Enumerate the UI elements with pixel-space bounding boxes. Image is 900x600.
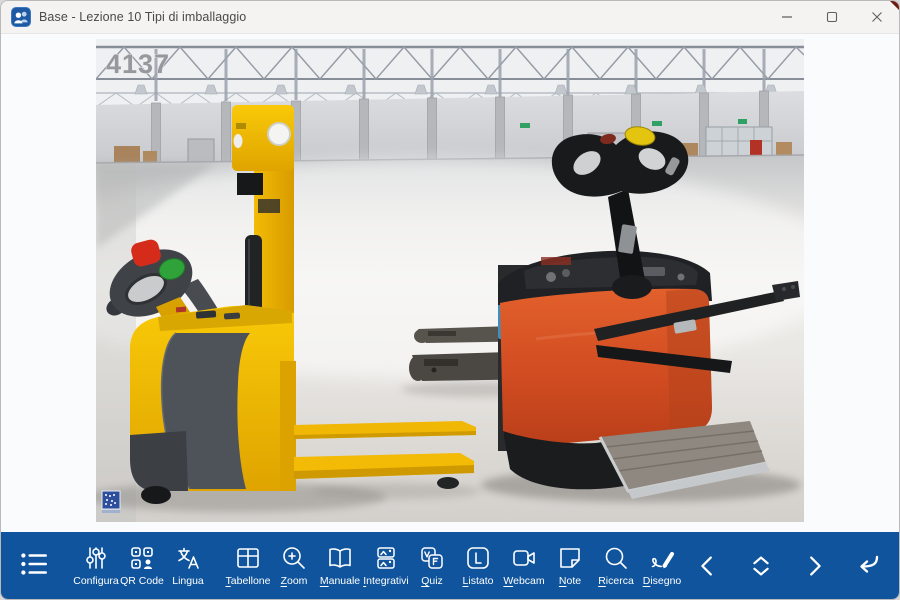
minimize-button[interactable]: [764, 2, 809, 33]
window-controls: [764, 2, 899, 33]
toolbar-button-disegno[interactable]: Disegno: [639, 532, 685, 599]
toolbar-button-webcam[interactable]: Webcam: [501, 532, 547, 599]
toolbar-button-label: Tabellone: [226, 576, 271, 587]
toolbar-button-label: Ricerca: [598, 576, 634, 587]
note-icon: [556, 544, 584, 572]
users-icon: [11, 7, 31, 27]
toolbar-button-label: Listato: [463, 576, 494, 587]
search-icon: [602, 544, 630, 572]
photo-number: 4137: [106, 49, 170, 79]
nav-return-button[interactable]: [847, 540, 887, 592]
toolbar-button-ricerca[interactable]: Ricerca: [593, 532, 639, 599]
toolbar-button-label: Configura: [73, 576, 119, 587]
toolbar-button-configura[interactable]: Configura: [73, 532, 119, 599]
toolbar-button-label: Lingua: [172, 576, 204, 587]
app-icon: [11, 7, 31, 27]
toolbar-button-lingua[interactable]: Lingua: [165, 532, 211, 599]
translate-icon: [174, 544, 202, 572]
sliders-icon: [82, 544, 110, 572]
toolbar-button-integrativi[interactable]: Integrativi: [363, 532, 409, 599]
qr-code-icon: [128, 544, 156, 572]
toolbar-button-label: QR Code: [120, 576, 164, 587]
toolbar-button-manuale[interactable]: Manuale: [317, 532, 363, 599]
toolbar-button-label: Manuale: [320, 576, 360, 587]
minimize-icon: [781, 11, 793, 23]
chevron-up-down-icon: [746, 551, 776, 581]
images-icon: [372, 544, 400, 572]
toolbar-button-quiz[interactable]: Quiz: [409, 532, 455, 599]
toolbar-button-tabellone[interactable]: Tabellone: [225, 532, 271, 599]
maximize-button[interactable]: [809, 2, 854, 33]
letter-l-icon: [464, 544, 492, 572]
book-icon: [326, 544, 354, 572]
list-menu-icon: [17, 547, 51, 581]
maximize-icon: [826, 11, 838, 23]
toolbar-button-label: Quiz: [421, 576, 443, 587]
webcam-icon: [510, 544, 538, 572]
chevron-left-icon: [693, 551, 723, 581]
toolbar-button-label: Disegno: [643, 576, 682, 587]
toolbar-button-label: Integrativi: [363, 576, 409, 587]
toolbar-button-note[interactable]: Note: [547, 532, 593, 599]
app-window: Base - Lezione 10 Tipi di imballaggio: [0, 0, 900, 600]
toolbar-button-label: Note: [559, 576, 581, 587]
return-arrow-icon: [851, 550, 883, 582]
toolbar-button-label: Zoom: [281, 576, 308, 587]
toolbar-button-menu[interactable]: [11, 532, 57, 599]
grid-icon: [234, 544, 262, 572]
pen-icon: [648, 544, 676, 572]
chevron-right-icon: [799, 551, 829, 581]
close-icon: [871, 11, 883, 23]
content-area: 4137: [1, 34, 899, 534]
screen-corner-artifact: [890, 1, 899, 10]
true-false-icon: [418, 544, 446, 572]
zoom-in-icon: [280, 544, 308, 572]
toolbar: Configura QR Code Lingua T: [1, 532, 899, 599]
toolbar-navigation: [688, 540, 887, 592]
toolbar-button-qr-code[interactable]: QR Code: [119, 532, 165, 599]
toolbar-button-listato[interactable]: Listato: [455, 532, 501, 599]
title-bar: Base - Lezione 10 Tipi di imballaggio: [1, 1, 899, 34]
lesson-photo: 4137: [96, 39, 804, 522]
nav-next-button[interactable]: [794, 540, 834, 592]
toolbar-button-label: Webcam: [503, 576, 544, 587]
nav-up-down-button[interactable]: [741, 540, 781, 592]
window-title: Base - Lezione 10 Tipi di imballaggio: [39, 10, 246, 24]
nav-previous-button[interactable]: [688, 540, 728, 592]
toolbar-button-zoom[interactable]: Zoom: [271, 532, 317, 599]
